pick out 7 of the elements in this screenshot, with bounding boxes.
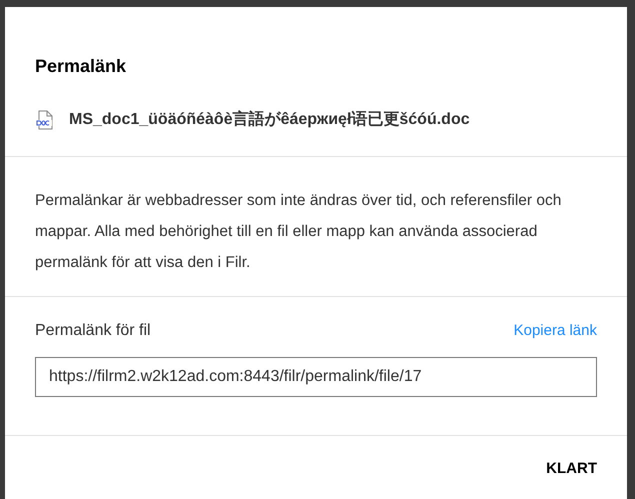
permalink-field[interactable]: https://filrm2.w2k12ad.com:8443/filr/permalink/file/17 bbox=[35, 357, 597, 397]
description-text: Permalänkar är webbadresser som inte ändras över tid, och referensfiler och mappar. Alla med behörighet till en fil eller mapp kan använda associerad permalänk för att visa den i Filr. bbox=[35, 191, 562, 273]
dialog-title: Permalänk bbox=[35, 55, 128, 78]
file-name: MS_doc1_üöäóñéàôè言語がêáержиęł语已更šćóú.doc bbox=[69, 109, 470, 130]
done-button[interactable]: KLART bbox=[542, 456, 601, 482]
field-label: Permalänk för fil bbox=[35, 321, 151, 341]
document-icon bbox=[35, 110, 55, 130]
